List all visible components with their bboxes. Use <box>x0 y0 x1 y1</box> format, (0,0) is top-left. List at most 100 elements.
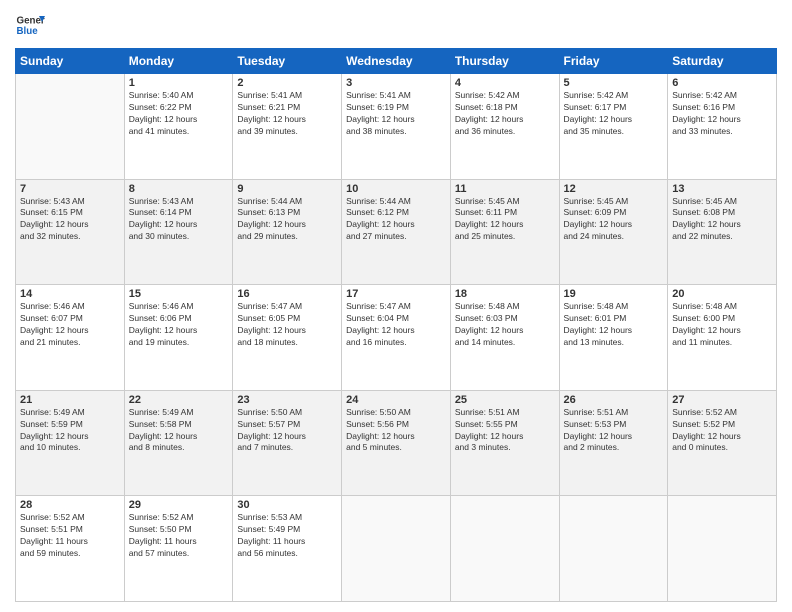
day-info: Sunrise: 5:41 AMSunset: 6:21 PMDaylight:… <box>237 90 337 138</box>
calendar-cell: 2Sunrise: 5:41 AMSunset: 6:21 PMDaylight… <box>233 74 342 180</box>
calendar-cell: 27Sunrise: 5:52 AMSunset: 5:52 PMDayligh… <box>668 390 777 496</box>
day-number: 22 <box>129 394 229 406</box>
day-info: Sunrise: 5:45 AMSunset: 6:11 PMDaylight:… <box>455 196 555 244</box>
day-number: 1 <box>129 77 229 89</box>
day-number: 18 <box>455 288 555 300</box>
day-number: 9 <box>237 183 337 195</box>
calendar-cell: 17Sunrise: 5:47 AMSunset: 6:04 PMDayligh… <box>342 285 451 391</box>
logo: General Blue <box>15 10 45 40</box>
day-info: Sunrise: 5:49 AMSunset: 5:59 PMDaylight:… <box>20 407 120 455</box>
day-number: 25 <box>455 394 555 406</box>
day-info: Sunrise: 5:45 AMSunset: 6:09 PMDaylight:… <box>564 196 664 244</box>
calendar-week-3: 21Sunrise: 5:49 AMSunset: 5:59 PMDayligh… <box>16 390 777 496</box>
day-number: 4 <box>455 77 555 89</box>
calendar-cell: 8Sunrise: 5:43 AMSunset: 6:14 PMDaylight… <box>124 179 233 285</box>
page: General Blue SundayMondayTuesdayWednesda… <box>0 0 792 612</box>
day-number: 10 <box>346 183 446 195</box>
day-info: Sunrise: 5:41 AMSunset: 6:19 PMDaylight:… <box>346 90 446 138</box>
day-info: Sunrise: 5:46 AMSunset: 6:07 PMDaylight:… <box>20 301 120 349</box>
calendar-cell: 30Sunrise: 5:53 AMSunset: 5:49 PMDayligh… <box>233 496 342 602</box>
day-number: 14 <box>20 288 120 300</box>
day-number: 2 <box>237 77 337 89</box>
day-info: Sunrise: 5:44 AMSunset: 6:13 PMDaylight:… <box>237 196 337 244</box>
day-info: Sunrise: 5:47 AMSunset: 6:04 PMDaylight:… <box>346 301 446 349</box>
calendar-cell <box>342 496 451 602</box>
day-info: Sunrise: 5:43 AMSunset: 6:15 PMDaylight:… <box>20 196 120 244</box>
calendar-cell: 28Sunrise: 5:52 AMSunset: 5:51 PMDayligh… <box>16 496 125 602</box>
calendar-week-2: 14Sunrise: 5:46 AMSunset: 6:07 PMDayligh… <box>16 285 777 391</box>
day-info: Sunrise: 5:40 AMSunset: 6:22 PMDaylight:… <box>129 90 229 138</box>
day-number: 16 <box>237 288 337 300</box>
day-number: 15 <box>129 288 229 300</box>
day-header-thursday: Thursday <box>450 49 559 74</box>
calendar-cell: 6Sunrise: 5:42 AMSunset: 6:16 PMDaylight… <box>668 74 777 180</box>
day-info: Sunrise: 5:48 AMSunset: 6:00 PMDaylight:… <box>672 301 772 349</box>
calendar-cell: 14Sunrise: 5:46 AMSunset: 6:07 PMDayligh… <box>16 285 125 391</box>
calendar-cell: 23Sunrise: 5:50 AMSunset: 5:57 PMDayligh… <box>233 390 342 496</box>
calendar-cell <box>668 496 777 602</box>
calendar-cell: 5Sunrise: 5:42 AMSunset: 6:17 PMDaylight… <box>559 74 668 180</box>
calendar-cell: 7Sunrise: 5:43 AMSunset: 6:15 PMDaylight… <box>16 179 125 285</box>
calendar-cell <box>559 496 668 602</box>
calendar-table: SundayMondayTuesdayWednesdayThursdayFrid… <box>15 48 777 602</box>
day-number: 8 <box>129 183 229 195</box>
calendar-cell: 13Sunrise: 5:45 AMSunset: 6:08 PMDayligh… <box>668 179 777 285</box>
calendar-cell: 21Sunrise: 5:49 AMSunset: 5:59 PMDayligh… <box>16 390 125 496</box>
day-number: 29 <box>129 499 229 511</box>
day-number: 7 <box>20 183 120 195</box>
day-number: 17 <box>346 288 446 300</box>
calendar-cell: 15Sunrise: 5:46 AMSunset: 6:06 PMDayligh… <box>124 285 233 391</box>
calendar-cell: 22Sunrise: 5:49 AMSunset: 5:58 PMDayligh… <box>124 390 233 496</box>
day-number: 12 <box>564 183 664 195</box>
day-number: 28 <box>20 499 120 511</box>
day-info: Sunrise: 5:43 AMSunset: 6:14 PMDaylight:… <box>129 196 229 244</box>
day-info: Sunrise: 5:42 AMSunset: 6:18 PMDaylight:… <box>455 90 555 138</box>
day-info: Sunrise: 5:53 AMSunset: 5:49 PMDaylight:… <box>237 512 337 560</box>
calendar-cell: 1Sunrise: 5:40 AMSunset: 6:22 PMDaylight… <box>124 74 233 180</box>
day-info: Sunrise: 5:42 AMSunset: 6:17 PMDaylight:… <box>564 90 664 138</box>
day-number: 3 <box>346 77 446 89</box>
day-info: Sunrise: 5:52 AMSunset: 5:52 PMDaylight:… <box>672 407 772 455</box>
day-info: Sunrise: 5:52 AMSunset: 5:51 PMDaylight:… <box>20 512 120 560</box>
day-info: Sunrise: 5:47 AMSunset: 6:05 PMDaylight:… <box>237 301 337 349</box>
calendar-week-1: 7Sunrise: 5:43 AMSunset: 6:15 PMDaylight… <box>16 179 777 285</box>
day-info: Sunrise: 5:45 AMSunset: 6:08 PMDaylight:… <box>672 196 772 244</box>
day-header-friday: Friday <box>559 49 668 74</box>
header: General Blue <box>15 10 777 40</box>
day-info: Sunrise: 5:50 AMSunset: 5:57 PMDaylight:… <box>237 407 337 455</box>
calendar-cell: 4Sunrise: 5:42 AMSunset: 6:18 PMDaylight… <box>450 74 559 180</box>
day-number: 24 <box>346 394 446 406</box>
calendar-cell: 18Sunrise: 5:48 AMSunset: 6:03 PMDayligh… <box>450 285 559 391</box>
day-info: Sunrise: 5:48 AMSunset: 6:03 PMDaylight:… <box>455 301 555 349</box>
day-info: Sunrise: 5:44 AMSunset: 6:12 PMDaylight:… <box>346 196 446 244</box>
calendar-week-0: 1Sunrise: 5:40 AMSunset: 6:22 PMDaylight… <box>16 74 777 180</box>
header-row: SundayMondayTuesdayWednesdayThursdayFrid… <box>16 49 777 74</box>
day-number: 6 <box>672 77 772 89</box>
day-info: Sunrise: 5:50 AMSunset: 5:56 PMDaylight:… <box>346 407 446 455</box>
calendar-cell: 25Sunrise: 5:51 AMSunset: 5:55 PMDayligh… <box>450 390 559 496</box>
day-number: 20 <box>672 288 772 300</box>
calendar-cell: 29Sunrise: 5:52 AMSunset: 5:50 PMDayligh… <box>124 496 233 602</box>
day-number: 30 <box>237 499 337 511</box>
day-number: 11 <box>455 183 555 195</box>
day-info: Sunrise: 5:49 AMSunset: 5:58 PMDaylight:… <box>129 407 229 455</box>
day-info: Sunrise: 5:46 AMSunset: 6:06 PMDaylight:… <box>129 301 229 349</box>
day-number: 23 <box>237 394 337 406</box>
day-number: 13 <box>672 183 772 195</box>
day-number: 21 <box>20 394 120 406</box>
day-info: Sunrise: 5:42 AMSunset: 6:16 PMDaylight:… <box>672 90 772 138</box>
calendar-cell <box>16 74 125 180</box>
day-info: Sunrise: 5:51 AMSunset: 5:53 PMDaylight:… <box>564 407 664 455</box>
day-number: 26 <box>564 394 664 406</box>
day-header-monday: Monday <box>124 49 233 74</box>
svg-text:Blue: Blue <box>17 26 39 37</box>
calendar-cell: 19Sunrise: 5:48 AMSunset: 6:01 PMDayligh… <box>559 285 668 391</box>
calendar-cell: 9Sunrise: 5:44 AMSunset: 6:13 PMDaylight… <box>233 179 342 285</box>
calendar-week-4: 28Sunrise: 5:52 AMSunset: 5:51 PMDayligh… <box>16 496 777 602</box>
calendar-cell: 26Sunrise: 5:51 AMSunset: 5:53 PMDayligh… <box>559 390 668 496</box>
calendar-cell <box>450 496 559 602</box>
day-header-tuesday: Tuesday <box>233 49 342 74</box>
calendar-cell: 11Sunrise: 5:45 AMSunset: 6:11 PMDayligh… <box>450 179 559 285</box>
calendar-cell: 20Sunrise: 5:48 AMSunset: 6:00 PMDayligh… <box>668 285 777 391</box>
day-info: Sunrise: 5:51 AMSunset: 5:55 PMDaylight:… <box>455 407 555 455</box>
